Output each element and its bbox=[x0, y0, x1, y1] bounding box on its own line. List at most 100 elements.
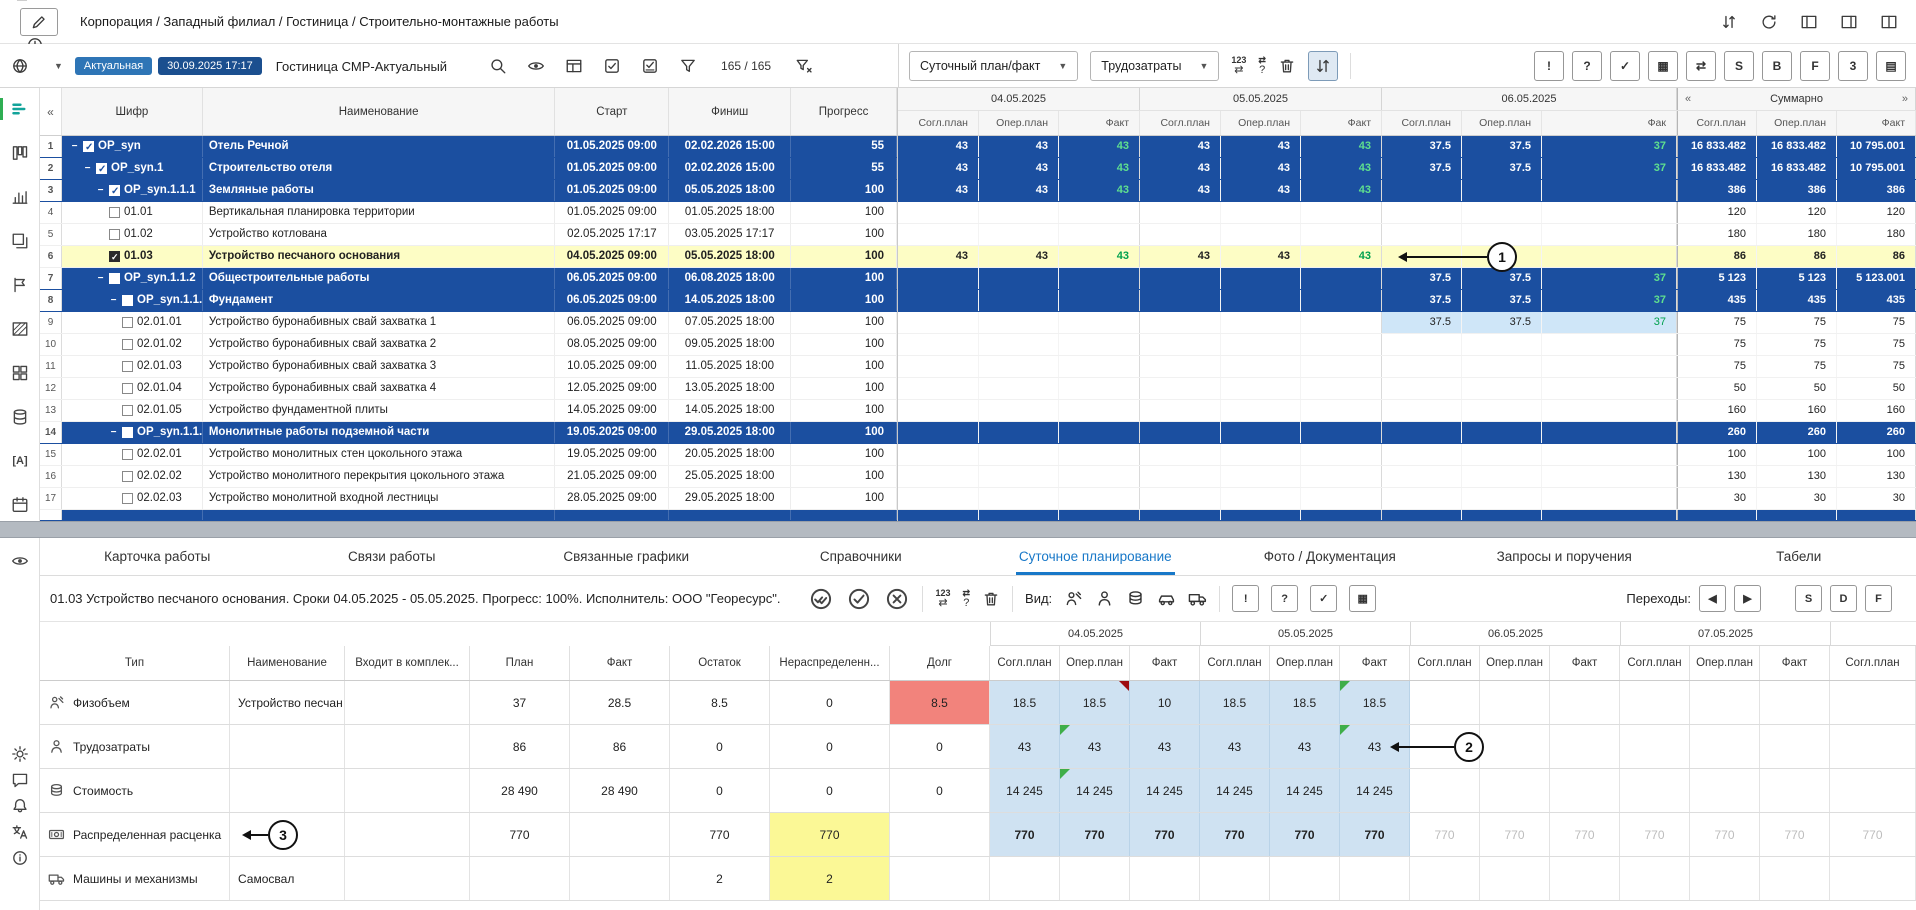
globe-icon[interactable] bbox=[11, 57, 29, 75]
row-checkbox[interactable] bbox=[109, 185, 120, 196]
requery-icon[interactable]: ⇄? bbox=[1258, 56, 1266, 76]
tab-связи-работы[interactable]: Связи работы bbox=[275, 538, 510, 575]
grid-row[interactable]: 180180180 bbox=[898, 224, 1916, 246]
check-tasks-alt-icon[interactable] bbox=[641, 57, 659, 75]
alert-box-icon[interactable]: ! bbox=[1232, 585, 1259, 612]
row-checkbox[interactable] bbox=[109, 273, 120, 284]
prev-page-icon[interactable]: « bbox=[1685, 93, 1691, 105]
tab-фото-документация[interactable]: Фото / Документация bbox=[1213, 538, 1448, 575]
row-checkbox[interactable] bbox=[122, 427, 133, 438]
calendar-s-icon[interactable]: S bbox=[1724, 51, 1754, 81]
grid-row[interactable]: 43434343434337.537.53716 833.48216 833.4… bbox=[898, 136, 1916, 158]
grid-row[interactable]: 43434343434337.537.53716 833.48216 833.4… bbox=[898, 158, 1916, 180]
labor-icon[interactable] bbox=[1095, 589, 1114, 608]
table-row[interactable]: 7−OP_syn.1.1.2Общестроительные работы06.… bbox=[40, 268, 897, 290]
modules-view-icon[interactable] bbox=[11, 364, 29, 382]
hatch-view-icon[interactable] bbox=[11, 320, 29, 338]
collapse-row-icon[interactable]: − bbox=[96, 180, 105, 201]
tab-справочники[interactable]: Справочники bbox=[744, 538, 979, 575]
calendar-b-icon[interactable]: B bbox=[1762, 51, 1792, 81]
vehicles-icon[interactable] bbox=[1157, 589, 1176, 608]
version-dropdown-caret[interactable]: ▼ bbox=[54, 61, 63, 71]
table-row[interactable]: 1102.01.03Устройство буронабивных свай з… bbox=[40, 356, 897, 378]
comments-icon[interactable] bbox=[11, 771, 29, 789]
prev-period-icon[interactable]: ◀ bbox=[1699, 585, 1726, 612]
row-checkbox[interactable] bbox=[122, 449, 133, 460]
annotation-view-icon[interactable]: [A] bbox=[10, 452, 30, 470]
table-row[interactable]: 1202.01.04Устройство буронабивных свай з… bbox=[40, 378, 897, 400]
table-row[interactable] bbox=[40, 510, 897, 521]
home-icon[interactable] bbox=[13, 0, 31, 3]
milestones-view-icon[interactable] bbox=[11, 276, 29, 294]
row-checkbox[interactable] bbox=[96, 163, 107, 174]
grid-row[interactable]: 37.537.537757575 bbox=[898, 312, 1916, 334]
brightness-icon[interactable] bbox=[11, 745, 29, 763]
horizontal-splitter[interactable] bbox=[0, 521, 1916, 538]
collapse-row-icon[interactable]: − bbox=[109, 290, 118, 311]
row-checkbox[interactable] bbox=[122, 405, 133, 416]
excavation-icon[interactable] bbox=[1064, 589, 1083, 608]
collapse-row-icon[interactable]: − bbox=[96, 268, 105, 289]
delete-icon[interactable] bbox=[1278, 57, 1296, 75]
grid-box-icon[interactable]: ▦ bbox=[1349, 585, 1376, 612]
renumber-icon[interactable]: 123⇄ bbox=[1231, 56, 1246, 76]
tab-запросы-и-поручения[interactable]: Запросы и поручения bbox=[1447, 538, 1682, 575]
row-checkbox[interactable] bbox=[109, 207, 120, 218]
table-row[interactable]: 8−OP_syn.1.1.2Фундамент06.05.2025 09:001… bbox=[40, 290, 897, 312]
grid-row[interactable]: 757575 bbox=[898, 334, 1916, 356]
row-checkbox[interactable] bbox=[109, 251, 120, 262]
shift-s-icon[interactable]: S bbox=[1795, 585, 1822, 612]
shift-d-icon[interactable]: D bbox=[1830, 585, 1857, 612]
machines-icon[interactable] bbox=[1188, 589, 1207, 608]
grid-row[interactable]: 100100100 bbox=[898, 444, 1916, 466]
help-calendar-icon[interactable]: ? bbox=[1572, 51, 1602, 81]
refresh-icon[interactable] bbox=[1760, 13, 1778, 31]
calendar-view-icon[interactable] bbox=[11, 496, 29, 514]
tab-табели[interactable]: Табели bbox=[1682, 538, 1916, 575]
table-settings-icon[interactable] bbox=[565, 57, 583, 75]
language-icon[interactable] bbox=[11, 823, 29, 841]
alert-calendar-icon[interactable]: ! bbox=[1534, 51, 1564, 81]
renumber-icon[interactable]: 123⇄ bbox=[935, 589, 950, 609]
copy-view-icon[interactable] bbox=[11, 232, 29, 250]
resource-row[interactable]: Трудозатраты8686000434343434343 bbox=[40, 725, 1916, 769]
calendar-3-icon[interactable]: 3 bbox=[1838, 51, 1868, 81]
grid-row[interactable]: 434343434343386386386 bbox=[898, 180, 1916, 202]
row-checkbox[interactable] bbox=[83, 141, 94, 152]
table-row[interactable]: 902.01.01Устройство буронабивных свай за… bbox=[40, 312, 897, 334]
metric-select[interactable]: Трудозатраты▼ bbox=[1090, 51, 1219, 81]
approved-calendar-icon[interactable]: ✓ bbox=[1610, 51, 1640, 81]
grid-row[interactable]: 303030 bbox=[898, 488, 1916, 510]
resource-row[interactable]: Стоимость28 49028 49000014 24514 24514 2… bbox=[40, 769, 1916, 813]
leveling-pressed-icon[interactable] bbox=[1308, 51, 1338, 81]
panel-right-icon[interactable] bbox=[1840, 13, 1858, 31]
shift-f-icon[interactable]: F bbox=[1865, 585, 1892, 612]
tab-карточка-работы[interactable]: Карточка работы bbox=[40, 538, 275, 575]
visibility-icon[interactable] bbox=[527, 57, 545, 75]
search-icon[interactable] bbox=[489, 57, 507, 75]
filter-icon[interactable] bbox=[679, 57, 697, 75]
table-row[interactable]: 1702.02.03Устройство монолитной входной … bbox=[40, 488, 897, 510]
grid-row[interactable]: 505050 bbox=[898, 378, 1916, 400]
help-box-icon[interactable]: ? bbox=[1271, 585, 1298, 612]
table-row[interactable]: 501.02Устройство котлована02.05.2025 17:… bbox=[40, 224, 897, 246]
histogram-view-icon[interactable] bbox=[11, 188, 29, 206]
row-checkbox[interactable] bbox=[122, 471, 133, 482]
leveling-icon[interactable] bbox=[1720, 13, 1738, 31]
gantt-view-icon[interactable] bbox=[11, 100, 29, 118]
check-tasks-icon[interactable] bbox=[603, 57, 621, 75]
grid-row[interactable] bbox=[898, 510, 1916, 521]
table-row[interactable]: 1−OP_synОтель Речной01.05.2025 09:0002.0… bbox=[40, 136, 897, 158]
resource-row[interactable]: ФизобъемУстройство песчан3728.58.508.518… bbox=[40, 681, 1916, 725]
table-row[interactable]: 1302.01.05Устройство фундаментной плиты1… bbox=[40, 400, 897, 422]
approve-icon[interactable] bbox=[846, 586, 872, 612]
row-checkbox[interactable] bbox=[122, 383, 133, 394]
delete-icon[interactable] bbox=[982, 590, 1000, 608]
grid-row[interactable]: 37.537.5375 1235 1235 123.001 bbox=[898, 268, 1916, 290]
transfer-period-icon[interactable]: ⇄ bbox=[1686, 51, 1716, 81]
table-row[interactable]: 2−OP_syn.1Строительство отеля01.05.2025 … bbox=[40, 158, 897, 180]
watch-icon[interactable] bbox=[11, 552, 29, 570]
period-grid-icon[interactable]: ▦ bbox=[1648, 51, 1678, 81]
resource-row[interactable]: Распределенная расценка77077077077077077… bbox=[40, 813, 1916, 857]
row-checkbox[interactable] bbox=[122, 317, 133, 328]
